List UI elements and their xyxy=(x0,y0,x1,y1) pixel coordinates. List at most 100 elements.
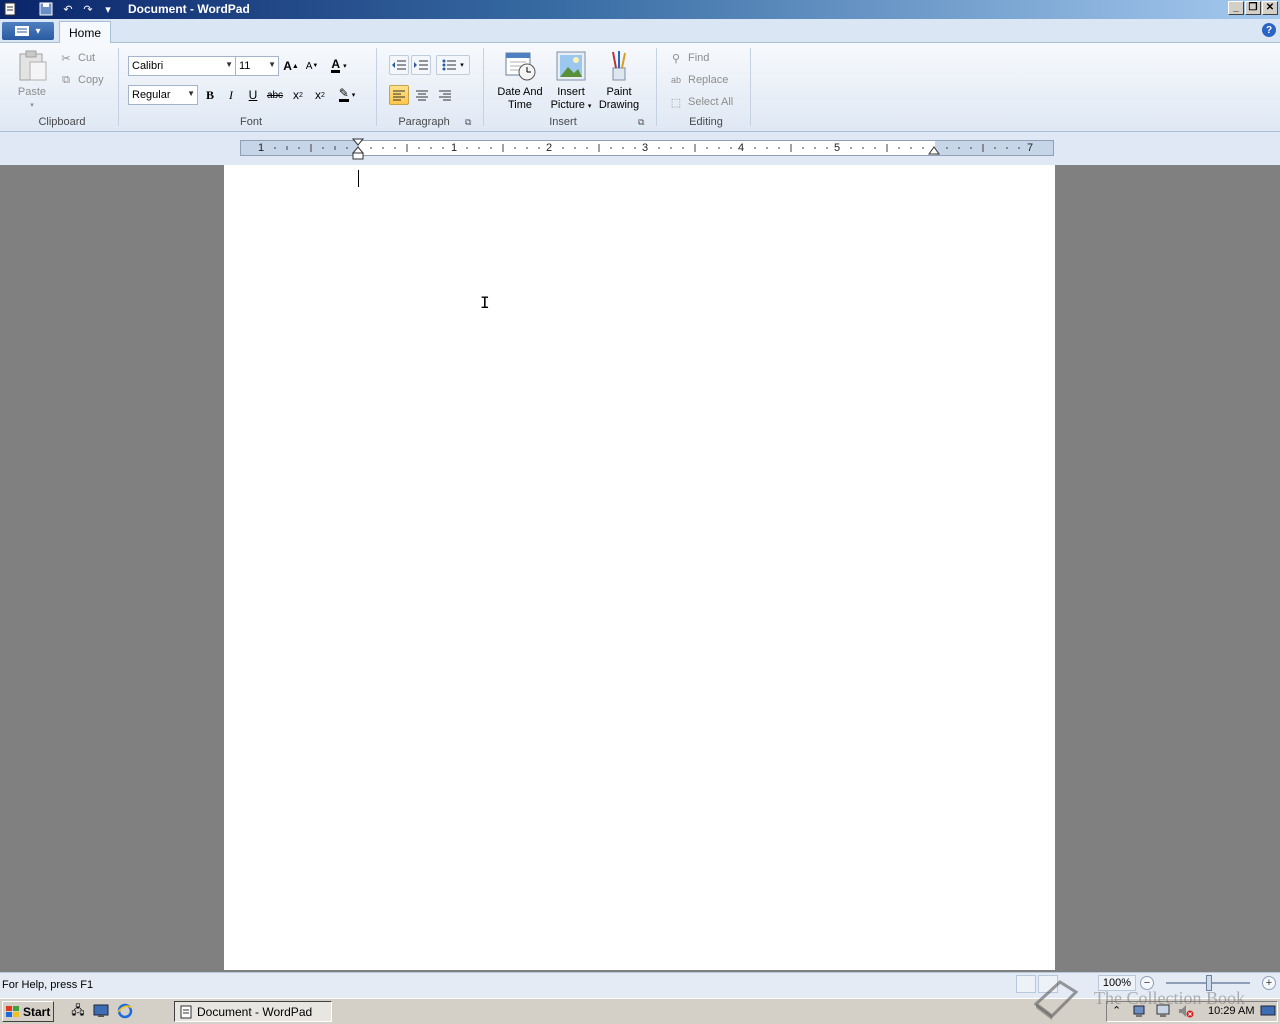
paste-icon xyxy=(19,50,47,81)
clipboard-group-label: Clipboard xyxy=(38,116,86,128)
group-separator xyxy=(118,48,119,126)
status-help-text: For Help, press F1 xyxy=(2,979,94,991)
bold-button[interactable]: B xyxy=(200,85,220,105)
server-manager-icon[interactable]: 🖧 xyxy=(70,1003,86,1019)
watermark-text: The Collection Book xyxy=(1094,988,1245,1008)
editing-group-label: Editing xyxy=(689,116,723,128)
align-right-icon[interactable] xyxy=(435,85,455,105)
superscript-icon[interactable]: x2 xyxy=(310,85,330,105)
windows-logo-icon xyxy=(6,1005,19,1017)
show-desktop-button-icon[interactable] xyxy=(1260,1004,1276,1021)
internet-explorer-icon[interactable] xyxy=(117,1003,133,1019)
date-and-time-label-2: Time xyxy=(507,99,533,111)
font-size-combo[interactable]: 11 ▼ xyxy=(235,56,279,76)
left-indent-marker-icon[interactable] xyxy=(351,138,365,165)
select-all-button[interactable]: ⬚ Select All xyxy=(668,94,733,110)
paint-drawing-label-2: Drawing xyxy=(598,99,640,111)
copy-button[interactable]: ⧉ Copy xyxy=(58,72,104,88)
underline-button[interactable]: U xyxy=(243,85,263,105)
paragraph-dialog-launcher-icon[interactable]: ⧉ xyxy=(465,117,471,128)
select-all-icon: ⬚ xyxy=(670,96,682,109)
font-color-icon: A xyxy=(331,57,341,73)
highlighter-icon: ✎ xyxy=(338,86,349,102)
chevron-down-icon: ▼ xyxy=(268,60,276,69)
undo-icon[interactable]: ↶ xyxy=(60,1,76,17)
italic-button[interactable]: I xyxy=(221,85,241,105)
align-left-icon[interactable] xyxy=(389,85,409,105)
insert-picture-button[interactable]: Insert Picture ▾ xyxy=(548,50,594,113)
group-separator xyxy=(750,48,751,126)
shrink-font-icon[interactable]: A ▼ xyxy=(302,56,322,76)
date-and-time-button[interactable]: Date And Time xyxy=(494,50,546,112)
paste-button[interactable]: Paste ▾ xyxy=(14,50,50,112)
grow-font-icon[interactable]: A ▲ xyxy=(281,56,301,76)
ruler-number: 7 xyxy=(1027,142,1034,154)
application-menu-button[interactable]: ▾ xyxy=(2,22,54,40)
font-style-combo[interactable]: Regular ▼ xyxy=(128,85,198,105)
redo-icon[interactable]: ↷ xyxy=(80,1,96,17)
increase-indent-icon[interactable] xyxy=(411,55,431,75)
bullet-list-button[interactable]: ▾ xyxy=(436,55,470,75)
zoom-in-icon[interactable]: + xyxy=(1262,976,1276,990)
ruler-number: 4 xyxy=(738,142,745,154)
binoculars-icon: ⚲ xyxy=(671,52,681,65)
minimize-button[interactable]: _ xyxy=(1228,1,1244,15)
find-button[interactable]: ⚲ Find xyxy=(668,50,709,66)
bullet-list-icon xyxy=(442,59,457,71)
ruler-number: 1 xyxy=(451,142,458,154)
insert-picture-label-1: Insert xyxy=(557,86,585,98)
insert-picture-label-2: Picture xyxy=(550,99,585,111)
ruler-number: 3 xyxy=(642,142,649,154)
wordpad-icon xyxy=(180,1005,192,1018)
tab-home[interactable]: Home xyxy=(59,21,111,44)
cut-label: Cut xyxy=(78,52,96,64)
document-page[interactable] xyxy=(224,165,1055,970)
paragraph-group-label: Paragraph xyxy=(398,116,450,128)
insert-dialog-launcher-icon[interactable]: ⧉ xyxy=(638,117,644,128)
chevron-down-icon: ▾ xyxy=(587,103,592,110)
highlight-color-button[interactable]: ✎ ▾ xyxy=(332,85,362,105)
picture-icon xyxy=(556,51,586,81)
start-label: Start xyxy=(23,1004,51,1019)
font-color-button[interactable]: A ▾ xyxy=(326,56,352,76)
strikethrough-button[interactable]: abc xyxy=(265,85,285,105)
save-icon[interactable] xyxy=(38,1,54,17)
align-center-icon[interactable] xyxy=(412,85,432,105)
ruler-number: 1 xyxy=(258,142,265,154)
chevron-down-icon: ▾ xyxy=(30,102,34,109)
show-desktop-icon[interactable] xyxy=(93,1003,109,1019)
close-button[interactable]: ✕ xyxy=(1262,1,1278,15)
font-style-value: Regular xyxy=(132,89,171,101)
scissors-icon: ✂ xyxy=(61,52,71,65)
restore-button[interactable]: ❐ xyxy=(1245,1,1261,15)
right-indent-marker-icon[interactable] xyxy=(928,144,940,159)
wordpad-app-icon[interactable] xyxy=(2,1,18,17)
window-title: Document - WordPad xyxy=(128,2,250,16)
customize-qat-icon[interactable]: ▾ xyxy=(100,1,116,17)
ruler-number: 5 xyxy=(834,142,841,154)
chevron-down-icon: ▾ xyxy=(351,92,356,99)
chevron-down-icon: ▼ xyxy=(225,60,233,69)
insert-group-label: Insert xyxy=(549,116,577,128)
status-bar xyxy=(0,972,1280,998)
watermark-book-icon xyxy=(1033,980,1079,1020)
paintbrush-icon xyxy=(612,51,626,81)
calendar-clock-icon xyxy=(505,52,536,81)
cut-button[interactable]: ✂ Cut xyxy=(58,50,95,66)
subscript-icon[interactable]: x2 xyxy=(288,85,308,105)
taskbar-item-wordpad[interactable]: Document - WordPad xyxy=(174,1001,332,1022)
replace-button[interactable]: ab Replace xyxy=(668,72,728,88)
date-and-time-label-1: Date And xyxy=(497,86,543,98)
font-family-value: Calibri xyxy=(132,60,164,72)
group-separator xyxy=(376,48,377,126)
paint-drawing-button[interactable]: Paint Drawing xyxy=(596,50,642,112)
font-size-value: 11 xyxy=(239,60,251,72)
paint-drawing-label-1: Paint xyxy=(606,86,632,98)
font-family-combo[interactable]: Calibri ▼ xyxy=(128,56,236,76)
text-caret xyxy=(358,170,359,187)
decrease-indent-icon[interactable] xyxy=(389,55,409,75)
chevron-down-icon: ▾ xyxy=(460,62,464,69)
help-icon[interactable]: ? xyxy=(1262,23,1276,37)
replace-label: Replace xyxy=(688,74,729,86)
start-button[interactable]: Start xyxy=(2,1001,54,1022)
